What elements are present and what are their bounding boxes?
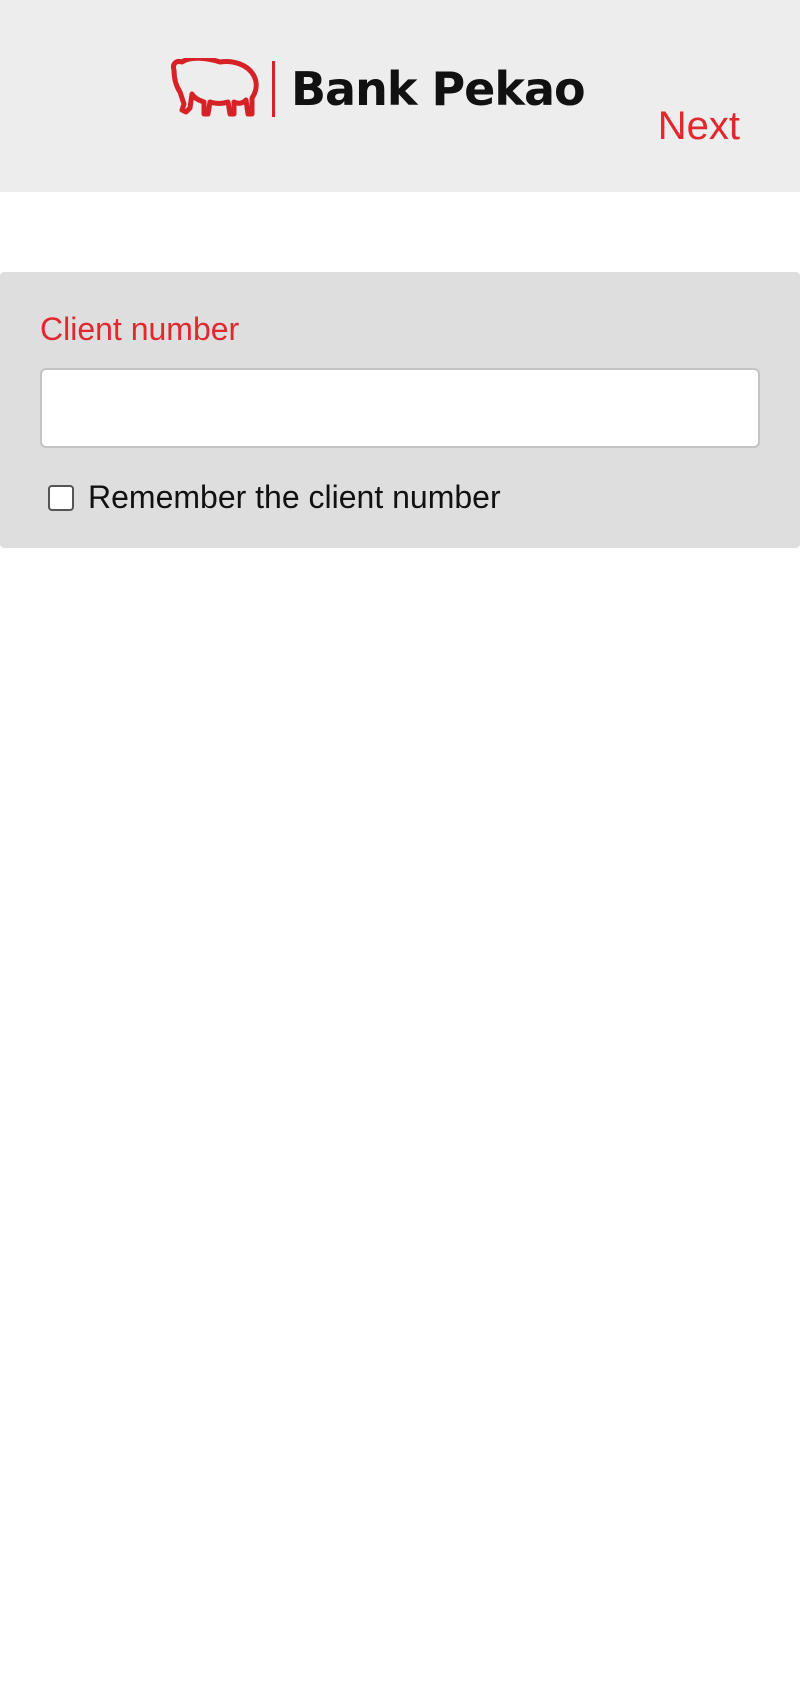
remember-checkbox[interactable]	[48, 484, 74, 511]
remember-label[interactable]: Remember the client number	[88, 479, 501, 515]
logo-text: Bank Pekao	[291, 62, 586, 116]
app-header: Bank Pekao Next	[0, 0, 800, 192]
logo-divider	[272, 61, 275, 117]
client-number-label: Client number	[40, 311, 240, 347]
bison-icon	[171, 58, 259, 117]
bank-logo: Bank Pekao	[168, 58, 586, 120]
client-number-input[interactable]	[40, 368, 760, 448]
next-button[interactable]: Next	[658, 104, 740, 148]
remember-row[interactable]: Remember the client number	[48, 479, 501, 515]
login-panel: Client number Remember the client number	[0, 272, 800, 548]
